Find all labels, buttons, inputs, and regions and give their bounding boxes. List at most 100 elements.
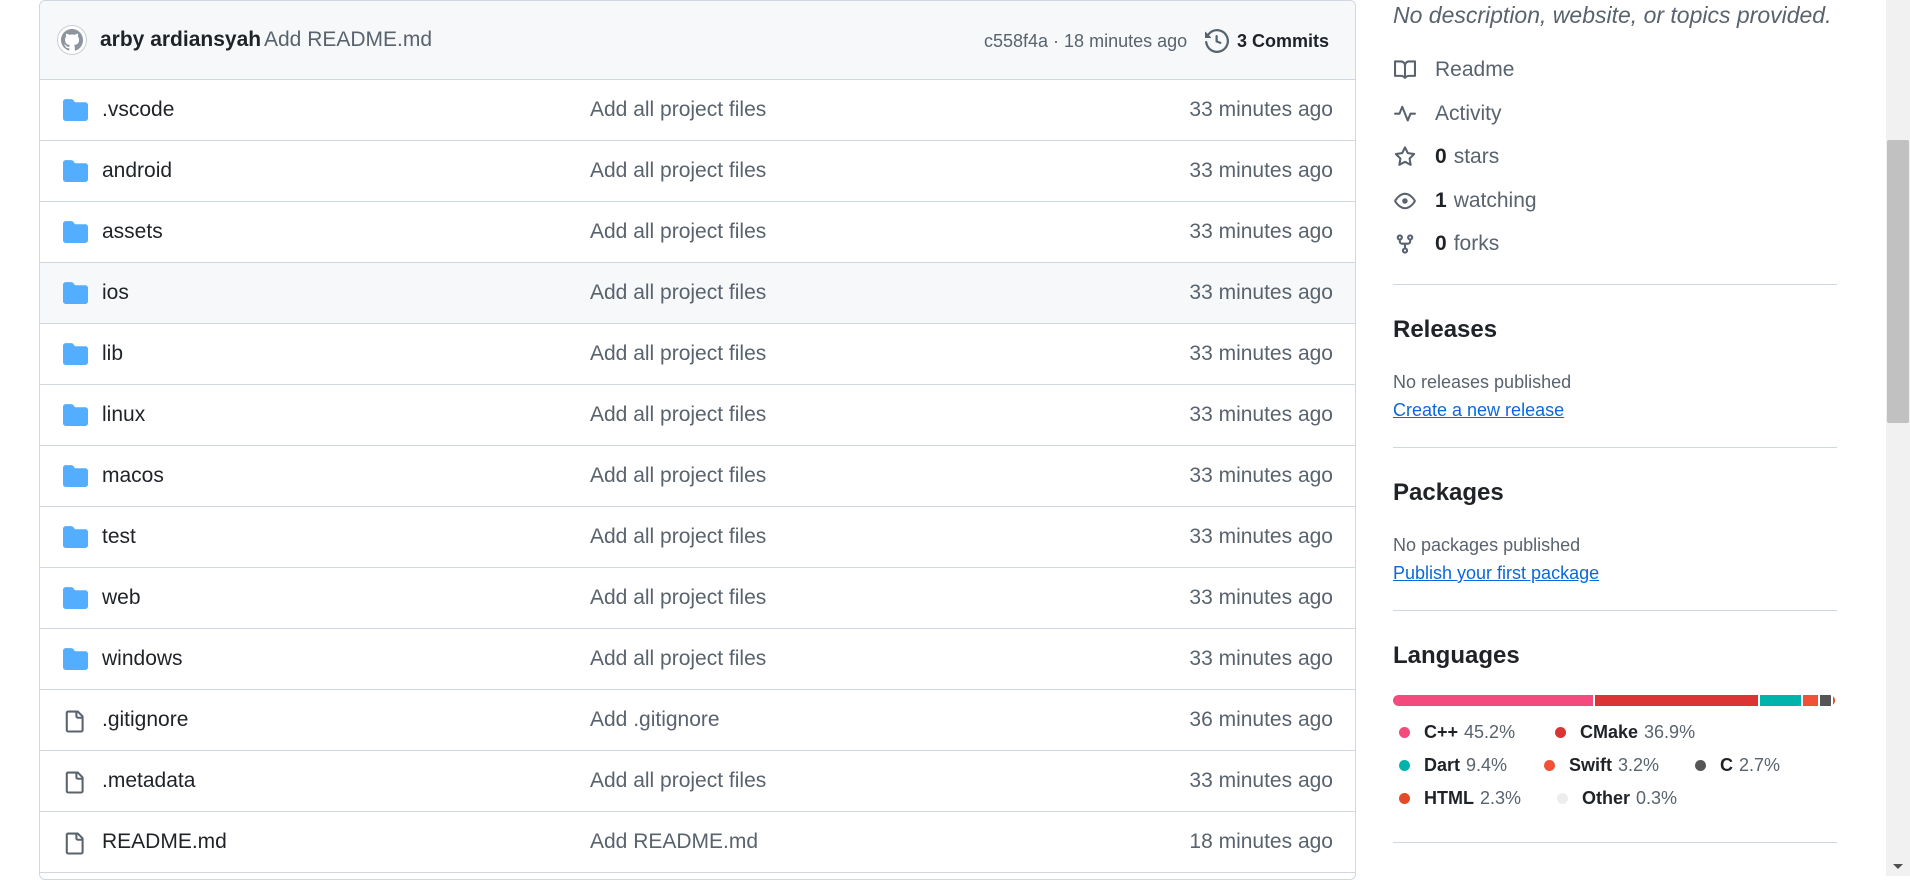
language-color-dot <box>1555 727 1566 738</box>
file-commit-message[interactable]: Add README.md <box>590 830 758 854</box>
file-name[interactable]: test <box>102 525 136 549</box>
file-commit-message[interactable]: Add all project files <box>590 98 766 122</box>
commit-author[interactable]: arby ardiansyah <box>100 28 261 52</box>
language-percent: 36.9% <box>1644 722 1696 742</box>
book-icon <box>1393 58 1417 82</box>
file-name[interactable]: lib <box>102 342 123 366</box>
repo-sidebar: No description, website, or topics provi… <box>1393 0 1837 876</box>
file-commit-message[interactable]: Add all project files <box>590 159 766 183</box>
file-row[interactable]: lib Add all project files 33 minutes ago <box>40 324 1355 385</box>
language-swift[interactable]: Swift 3.2% <box>1544 755 1659 776</box>
file-commit-message[interactable]: Add all project files <box>590 464 766 488</box>
forks-label: forks <box>1453 232 1500 255</box>
file-row[interactable]: test Add all project files 33 minutes ag… <box>40 507 1355 568</box>
file-name[interactable]: web <box>102 586 141 610</box>
file-row[interactable]: linux Add all project files 33 minutes a… <box>40 385 1355 446</box>
file-row[interactable]: assets Add all project files 33 minutes … <box>40 202 1355 263</box>
folder-icon <box>63 587 88 611</box>
releases-heading[interactable]: Releases <box>1393 316 1497 344</box>
watchers-link[interactable]: 1 watching <box>1393 186 1537 216</box>
file-commit-message[interactable]: Add all project files <box>590 769 766 793</box>
packages-empty-text: No packages published <box>1393 535 1581 555</box>
language-percent: 2.7% <box>1739 755 1781 775</box>
pulse-icon <box>1393 102 1417 126</box>
file-updated-time: 33 minutes ago <box>1189 220 1333 243</box>
file-row[interactable]: windows Add all project files 33 minutes… <box>40 629 1355 690</box>
file-commit-message[interactable]: Add all project files <box>590 281 766 305</box>
packages-heading[interactable]: Packages <box>1393 479 1504 507</box>
folder-icon <box>63 526 88 550</box>
scroll-down-arrow-icon[interactable] <box>1886 858 1910 876</box>
file-row[interactable]: android Add all project files 33 minutes… <box>40 141 1355 202</box>
file-commit-message[interactable]: Add all project files <box>590 586 766 610</box>
language-bar-segment <box>1833 695 1835 706</box>
watching-label: watching <box>1453 189 1537 212</box>
file-row[interactable]: ios Add all project files 33 minutes ago <box>40 263 1355 324</box>
readme-link[interactable]: Readme <box>1393 55 1514 85</box>
stars-link[interactable]: 0 stars <box>1393 142 1499 172</box>
file-row[interactable]: .vscode Add all project files 33 minutes… <box>40 80 1355 141</box>
stars-count: 0 <box>1435 145 1447 168</box>
forks-link[interactable]: 0 forks <box>1393 229 1499 259</box>
file-name[interactable]: .vscode <box>102 98 174 122</box>
language-bar-segment <box>1819 695 1832 706</box>
language-other[interactable]: Other 0.3% <box>1557 788 1677 809</box>
language-color-dot <box>1557 793 1568 804</box>
scrollbar-thumb[interactable] <box>1887 140 1909 423</box>
commits-count: 3 Commits <box>1237 30 1330 51</box>
file-icon <box>63 831 88 855</box>
commit-message[interactable]: Add README.md <box>264 28 432 52</box>
file-commit-message[interactable]: Add all project files <box>590 525 766 549</box>
activity-label: Activity <box>1435 102 1502 125</box>
language-html[interactable]: HTML 2.3% <box>1399 788 1521 809</box>
avatar[interactable] <box>57 25 87 55</box>
scrollbar-track[interactable] <box>1886 0 1910 876</box>
commit-hash-and-time[interactable]: c558f4a · 18 minutes ago <box>984 31 1187 52</box>
divider <box>1393 447 1837 448</box>
file-name[interactable]: ios <box>102 281 129 305</box>
publish-package-link[interactable]: Publish your first package <box>1393 563 1599 584</box>
file-row[interactable]: .metadata Add all project files 33 minut… <box>40 751 1355 812</box>
folder-icon <box>63 343 88 367</box>
language-dart[interactable]: Dart 9.4% <box>1399 755 1507 776</box>
file-browser: arby ardiansyah Add README.md c558f4a · … <box>39 0 1356 880</box>
file-row[interactable]: .gitignore Add .gitignore 36 minutes ago <box>40 690 1355 751</box>
file-commit-message[interactable]: Add .gitignore <box>590 708 720 732</box>
language-color-dot <box>1695 760 1706 771</box>
file-updated-time: 33 minutes ago <box>1189 342 1333 365</box>
file-name[interactable]: assets <box>102 220 163 244</box>
file-name[interactable]: .metadata <box>102 769 195 793</box>
language-cpp[interactable]: C++ 45.2% <box>1399 722 1515 743</box>
file-row[interactable]: macos Add all project files 33 minutes a… <box>40 446 1355 507</box>
file-list: .vscode Add all project files 33 minutes… <box>40 80 1355 873</box>
history-icon <box>1205 29 1229 53</box>
language-percent: 9.4% <box>1466 755 1508 775</box>
forks-count: 0 <box>1435 232 1447 255</box>
language-bar-segment <box>1594 695 1758 706</box>
readme-label: Readme <box>1435 58 1515 81</box>
create-release-link[interactable]: Create a new release <box>1393 400 1564 421</box>
file-commit-message[interactable]: Add all project files <box>590 647 766 671</box>
file-commit-message[interactable]: Add all project files <box>590 220 766 244</box>
folder-icon <box>63 404 88 428</box>
file-commit-message[interactable]: Add all project files <box>590 342 766 366</box>
language-c[interactable]: C 2.7% <box>1695 755 1780 776</box>
commits-history-button[interactable]: 3 Commits <box>1205 25 1329 57</box>
file-name[interactable]: android <box>102 159 172 183</box>
file-name[interactable]: .gitignore <box>102 708 188 732</box>
folder-icon <box>63 160 88 184</box>
file-row[interactable]: web Add all project files 33 minutes ago <box>40 568 1355 629</box>
file-name[interactable]: macos <box>102 464 164 488</box>
star-icon <box>1393 145 1417 169</box>
language-color-dot <box>1544 760 1555 771</box>
file-name[interactable]: linux <box>102 403 145 427</box>
github-user-icon <box>61 29 83 51</box>
language-percent: 0.3% <box>1636 788 1678 808</box>
language-cmake[interactable]: CMake 36.9% <box>1555 722 1695 743</box>
file-row[interactable]: README.md Add README.md 18 minutes ago <box>40 812 1355 873</box>
activity-link[interactable]: Activity <box>1393 99 1502 129</box>
file-name[interactable]: windows <box>102 647 183 671</box>
folder-icon <box>63 221 88 245</box>
file-name[interactable]: README.md <box>102 830 227 854</box>
file-commit-message[interactable]: Add all project files <box>590 403 766 427</box>
